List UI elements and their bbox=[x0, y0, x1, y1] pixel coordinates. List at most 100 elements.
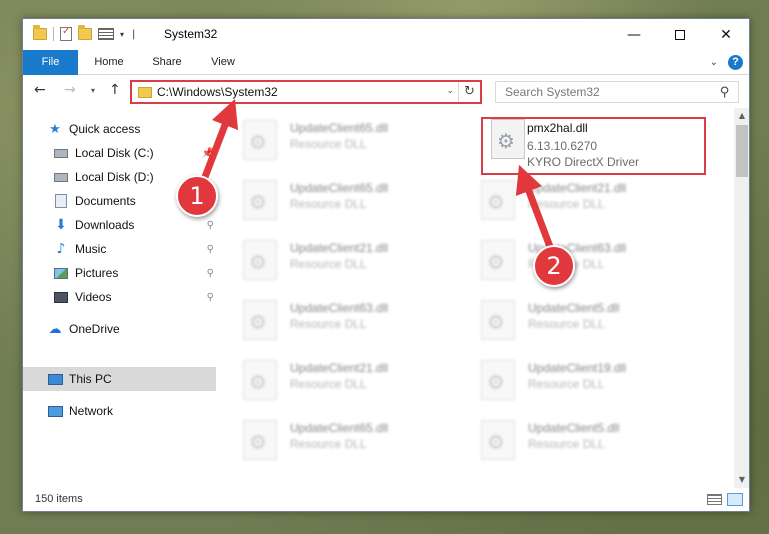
pin-icon[interactable]: ⚲ bbox=[207, 244, 214, 255]
sidebar-item-quick-access[interactable]: ★ Quick access bbox=[23, 117, 216, 141]
sidebar-item-onedrive[interactable]: ☁ OneDrive bbox=[23, 317, 216, 341]
tab-view[interactable]: View bbox=[202, 50, 244, 75]
address-dropdown-chevron-icon[interactable]: ⌄ bbox=[446, 86, 454, 96]
network-icon bbox=[47, 404, 63, 418]
cloud-icon: ☁ bbox=[48, 321, 62, 337]
folder-icon bbox=[138, 87, 152, 98]
file-description: Resource DLL bbox=[528, 317, 605, 331]
search-input[interactable]: Search System32 bbox=[505, 85, 600, 99]
maximize-button[interactable] bbox=[657, 19, 703, 50]
documents-icon bbox=[53, 194, 69, 208]
file-item[interactable]: UpdateClient5.dll Resource DLL bbox=[457, 296, 685, 342]
close-icon: ✕ bbox=[720, 26, 732, 43]
minimize-icon: — bbox=[627, 26, 641, 43]
file-description: Resource DLL bbox=[528, 377, 605, 391]
file-item[interactable]: UpdateClient21.dll Resource DLL bbox=[219, 236, 447, 282]
file-description: KYRO DirectX Driver bbox=[527, 155, 640, 169]
sidebar-item-label: Local Disk (D:) bbox=[75, 170, 154, 184]
close-button[interactable]: ✕ bbox=[703, 19, 749, 50]
sidebar-item-this-pc[interactable]: This PC bbox=[23, 367, 216, 391]
ribbon-tabs: File Home Share View ⌄ ? bbox=[23, 50, 749, 75]
dll-file-icon bbox=[243, 300, 277, 340]
pin-icon[interactable]: 📌 bbox=[202, 148, 214, 159]
vertical-scrollbar[interactable]: ▲ ▼ bbox=[734, 108, 749, 488]
dll-file-icon bbox=[243, 120, 277, 160]
sidebar-item-local-disk-c[interactable]: Local Disk (C:) 📌 bbox=[23, 141, 216, 165]
file-description: Resource DLL bbox=[290, 317, 367, 331]
file-item[interactable]: UpdateClient21.dll Resource DLL bbox=[457, 176, 685, 222]
file-description: Resource DLL bbox=[528, 437, 605, 451]
file-item[interactable]: UpdateClient65.dll Resource DLL bbox=[219, 416, 447, 462]
file-name: UpdateClient21.dll bbox=[290, 361, 389, 375]
file-description: Resource DLL bbox=[528, 197, 605, 211]
minimize-button[interactable]: — bbox=[611, 19, 657, 50]
search-box[interactable]: Search System32 ⚲ bbox=[495, 81, 739, 103]
new-folder-icon[interactable] bbox=[78, 25, 92, 40]
dll-file-icon bbox=[481, 300, 515, 340]
sidebar-item-videos[interactable]: Videos ⚲ bbox=[23, 285, 216, 309]
tab-share[interactable]: Share bbox=[144, 50, 190, 75]
sidebar-item-network[interactable]: Network bbox=[23, 399, 216, 423]
file-name: UpdateClient21.dll bbox=[528, 181, 627, 195]
scroll-down-arrow-icon[interactable]: ▼ bbox=[734, 472, 749, 488]
tab-file[interactable]: File bbox=[23, 50, 78, 75]
dll-file-icon bbox=[243, 420, 277, 460]
folder-icon[interactable] bbox=[33, 25, 47, 40]
recent-locations-chevron-icon[interactable]: ▾ bbox=[91, 86, 95, 95]
highlighted-file-item[interactable]: pmx2hal.dll 6.13.10.6270 KYRO DirectX Dr… bbox=[481, 117, 706, 175]
file-list: UpdateClient65.dll Resource DLL UpdateCl… bbox=[219, 108, 734, 488]
search-icon[interactable]: ⚲ bbox=[720, 85, 730, 100]
file-item[interactable]: UpdateClient63.dll Resource DLL bbox=[219, 296, 447, 342]
file-item[interactable]: UpdateClient65.dll Resource DLL bbox=[219, 176, 447, 222]
sidebar-item-label: Quick access bbox=[69, 122, 141, 136]
sidebar-item-label: Downloads bbox=[75, 218, 135, 232]
properties-icon[interactable] bbox=[60, 26, 72, 41]
expand-ribbon-chevron-icon[interactable]: ⌄ bbox=[710, 57, 718, 68]
sidebar-item-label: OneDrive bbox=[69, 322, 120, 336]
window-title: System32 bbox=[164, 27, 218, 41]
tiles-view-icon[interactable] bbox=[727, 493, 743, 506]
help-icon[interactable]: ? bbox=[728, 55, 743, 70]
pin-icon[interactable]: ⚲ bbox=[207, 220, 214, 231]
computer-icon bbox=[47, 372, 63, 386]
sidebar-item-downloads[interactable]: ⬇ Downloads ⚲ bbox=[23, 213, 216, 237]
scroll-up-arrow-icon[interactable]: ▲ bbox=[734, 108, 749, 124]
sidebar-item-label: Network bbox=[69, 404, 114, 418]
sidebar-item-pictures[interactable]: Pictures ⚲ bbox=[23, 261, 216, 285]
status-bar: 150 items bbox=[23, 488, 749, 511]
up-arrow-icon[interactable]: ↑ bbox=[109, 82, 121, 98]
file-item[interactable]: UpdateClient19.dll Resource DLL bbox=[457, 356, 685, 402]
sidebar-item-label: Videos bbox=[75, 290, 112, 304]
file-item[interactable]: UpdateClient5.dll Resource DLL bbox=[457, 416, 685, 462]
drive-icon bbox=[53, 170, 69, 184]
pin-toolbar-icon[interactable]: | bbox=[132, 29, 135, 40]
pin-icon[interactable]: ⚲ bbox=[207, 268, 214, 279]
maximize-icon bbox=[675, 29, 685, 40]
dll-file-icon bbox=[481, 180, 515, 220]
ribbon-right-controls: ⌄ ? bbox=[710, 55, 743, 70]
dll-file-icon bbox=[243, 360, 277, 400]
tab-home[interactable]: Home bbox=[85, 50, 133, 75]
scrollbar-thumb[interactable] bbox=[736, 125, 748, 177]
address-path[interactable]: C:\Windows\System32 bbox=[157, 85, 278, 99]
quick-access-toolbar: ▾ | bbox=[33, 25, 135, 41]
music-icon: ♪ bbox=[56, 241, 66, 257]
toolbar-divider bbox=[53, 27, 54, 41]
file-name: UpdateClient5.dll bbox=[528, 421, 620, 435]
pin-icon[interactable]: ⚲ bbox=[207, 292, 214, 303]
videos-icon bbox=[53, 290, 69, 304]
dll-file-icon bbox=[481, 420, 515, 460]
view-toggle-icon[interactable] bbox=[98, 28, 114, 40]
file-item[interactable]: UpdateClient21.dll Resource DLL bbox=[219, 356, 447, 402]
refresh-icon[interactable]: ↻ bbox=[458, 82, 480, 102]
navigation-bar: ← → ▾ ↑ C:\Windows\System32 ⌄ ↻ Search S… bbox=[23, 76, 749, 108]
address-bar[interactable]: C:\Windows\System32 ⌄ ↻ bbox=[130, 80, 482, 104]
forward-arrow-icon[interactable]: → bbox=[64, 82, 76, 98]
back-arrow-icon[interactable]: ← bbox=[34, 82, 46, 98]
sidebar-item-music[interactable]: ♪ Music ⚲ bbox=[23, 237, 216, 261]
details-view-icon[interactable] bbox=[707, 494, 722, 505]
dll-file-icon bbox=[243, 180, 277, 220]
customize-toolbar-caret-icon[interactable]: ▾ bbox=[120, 30, 124, 39]
file-item[interactable]: UpdateClient65.dll Resource DLL bbox=[219, 116, 447, 162]
sidebar-item-label: Documents bbox=[75, 194, 136, 208]
